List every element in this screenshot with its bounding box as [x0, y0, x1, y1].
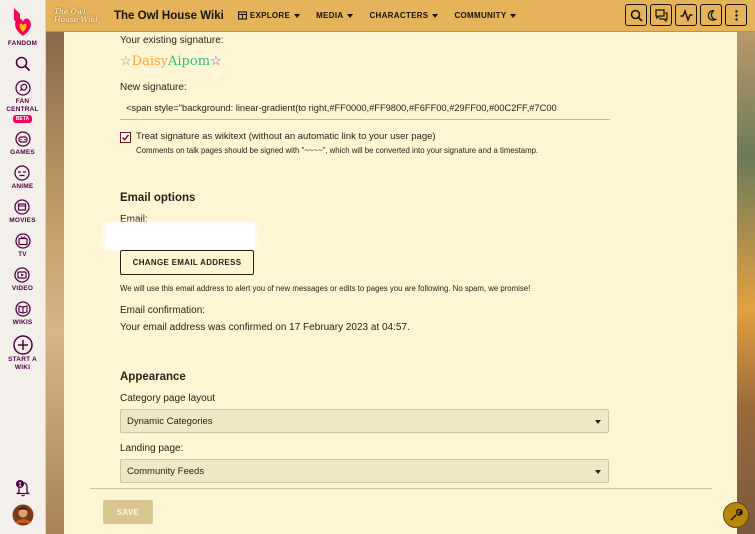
fandom-heart-icon: [13, 8, 31, 36]
movies-label: MOVIES: [9, 217, 36, 224]
email-note: We will use this email address to alert …: [120, 284, 531, 293]
games-label: GAMES: [10, 149, 35, 156]
signature-last-name: Aipom: [168, 54, 211, 69]
category-layout-select[interactable]: Dynamic Categories: [120, 409, 609, 433]
header-tools: [622, 4, 747, 26]
wiki-nav: EXPLORE MEDIA CHARACTERS COMMUNITY: [237, 11, 533, 20]
games-link[interactable]: GAMES: [10, 131, 35, 157]
video-label: VIDEO: [11, 285, 34, 292]
beta-badge: BETA: [12, 115, 33, 123]
nav-explore[interactable]: EXPLORE: [237, 11, 301, 20]
email-confirmation-text: Your email address was confirmed on 17 F…: [120, 322, 410, 333]
wiki-logo-line2: House Wiki: [54, 14, 98, 24]
footer-divider: [90, 488, 712, 489]
wikitext-signature-label[interactable]: Treat signature as wikitext (without an …: [136, 131, 436, 142]
change-email-button[interactable]: CHANGE EMAIL ADDRESS: [120, 250, 254, 275]
existing-signature-label: Your existing signature:: [120, 35, 224, 46]
category-layout-value: Dynamic Categories: [127, 416, 213, 427]
discussions-button[interactable]: [650, 4, 672, 26]
wiki-title[interactable]: The Owl House Wiki: [114, 10, 224, 22]
wikis-label: WIKIS: [12, 319, 33, 326]
email-options-heading: Email options: [120, 192, 196, 204]
landing-page-label: Landing page:: [120, 443, 184, 454]
play-icon: [14, 267, 31, 283]
signature-help-text: Comments on talk pages should be signed …: [136, 146, 539, 155]
existing-signature-preview: ☆Daisy Aipom☆: [120, 54, 222, 69]
film-icon: [14, 199, 31, 215]
signature-star-left: ☆: [120, 54, 132, 69]
discussions-icon: [654, 8, 668, 22]
nav-characters-label: CHARACTERS: [369, 11, 429, 20]
start-wiki-label: START A WIKI: [8, 356, 37, 371]
anime-link[interactable]: ANIME: [12, 165, 34, 191]
more-vertical-icon: [734, 9, 738, 21]
wikitext-signature-checkbox[interactable]: [120, 132, 131, 143]
rocket-icon: [14, 80, 31, 96]
email-confirmation-label: Email confirmation:: [120, 305, 206, 316]
book-icon: [14, 301, 31, 317]
search-icon: [15, 56, 30, 72]
start-wiki-link[interactable]: START A WIKI: [6, 335, 40, 372]
bell-icon: 1: [15, 480, 30, 497]
background-art-right: [737, 32, 755, 534]
tv-link[interactable]: TV: [14, 233, 31, 259]
nav-characters[interactable]: CHARACTERS: [369, 11, 439, 20]
nav-media[interactable]: MEDIA: [316, 11, 354, 20]
signature-star-right: ☆: [210, 54, 222, 69]
wiki-header: The Owl House Wiki The Owl House Wiki EX…: [46, 0, 755, 32]
search-tool-button[interactable]: [625, 4, 647, 26]
user-avatar[interactable]: [12, 504, 34, 526]
landing-page-select[interactable]: Community Feeds: [120, 459, 609, 483]
page-tools-button[interactable]: [723, 502, 749, 528]
more-options-button[interactable]: [725, 4, 747, 26]
explore-icon: [237, 11, 247, 20]
chevron-down-icon: [595, 420, 601, 424]
fandom-label: FANDOM: [7, 40, 38, 47]
chevron-down-icon: [347, 13, 354, 18]
fandom-global-nav: FANDOM FAN CENTRAL BETA GAMES ANIME MOVI…: [0, 0, 46, 534]
chevron-down-icon: [294, 13, 301, 18]
avatar-image: [12, 504, 33, 526]
nav-community-label: COMMUNITY: [454, 11, 507, 20]
nav-community[interactable]: COMMUNITY: [454, 11, 517, 20]
tv-icon: [14, 233, 31, 249]
notifications-button[interactable]: 1: [13, 478, 33, 498]
nav-media-label: MEDIA: [316, 11, 344, 20]
anime-label: ANIME: [11, 183, 34, 190]
landing-page-value: Community Feeds: [127, 466, 205, 477]
movies-link[interactable]: MOVIES: [9, 199, 36, 225]
fan-central-label: FAN CENTRAL: [6, 98, 39, 113]
signature-first-name: Daisy: [131, 54, 169, 69]
wrench-icon: [730, 508, 743, 521]
gamepad-icon: [14, 131, 31, 147]
appearance-heading: Appearance: [120, 371, 186, 383]
category-layout-label: Category page layout: [120, 393, 216, 404]
background-art-left: [46, 32, 64, 534]
search-button[interactable]: [15, 56, 31, 72]
activity-icon: [680, 8, 692, 22]
email-redaction: [104, 222, 256, 250]
fan-central-link[interactable]: FAN CENTRAL BETA: [5, 80, 41, 123]
nav-explore-label: EXPLORE: [249, 11, 291, 20]
fandom-logo-link[interactable]: FANDOM: [8, 6, 37, 48]
wiki-logo[interactable]: The Owl House Wiki: [54, 5, 106, 27]
theme-toggle-button[interactable]: [700, 4, 722, 26]
new-signature-input[interactable]: <span style="background: linear-gradient…: [120, 98, 610, 120]
anime-face-icon: [14, 165, 31, 181]
wikis-link[interactable]: WIKIS: [13, 301, 33, 327]
preferences-panel: Your existing signature: ☆Daisy Aipom☆ N…: [64, 32, 737, 534]
chevron-down-icon: [595, 470, 601, 474]
tv-label: TV: [18, 251, 27, 258]
plus-circle-icon: [12, 335, 33, 355]
recent-changes-button[interactable]: [675, 4, 697, 26]
chevron-down-icon: [432, 13, 439, 18]
checkmark-icon: [121, 134, 130, 141]
save-button[interactable]: SAVE: [103, 500, 153, 524]
new-signature-label: New signature:: [120, 82, 187, 93]
search-icon: [630, 9, 643, 22]
video-link[interactable]: VIDEO: [12, 267, 33, 293]
moon-icon: [707, 9, 718, 21]
chevron-down-icon: [510, 13, 517, 18]
